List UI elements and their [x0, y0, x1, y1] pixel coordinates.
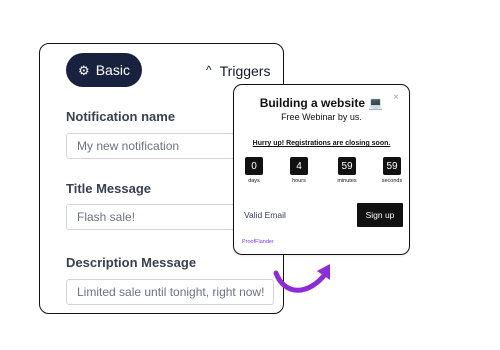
title-message-label: Title Message — [66, 181, 152, 196]
curved-arrow-icon — [273, 264, 330, 293]
chevron-up-icon: ^ — [206, 63, 212, 77]
popup-subtitle: Free Webinar by us. — [281, 112, 362, 122]
timer-seconds-value: 59 — [383, 157, 401, 175]
popup-hurry-text: Hurry up! Registrations are closing soon… — [252, 140, 391, 147]
notification-name-label: Notification name — [66, 109, 176, 124]
popup-title: Building a website 💻 — [259, 96, 384, 110]
tab-triggers[interactable]: ^ Triggers — [206, 63, 270, 79]
description-message-label: Description Message — [66, 255, 197, 270]
brand-link[interactable]: ProofFlander — [242, 239, 274, 245]
email-input[interactable]: Valid Email — [242, 203, 354, 227]
tab-triggers-label: Triggers — [219, 63, 271, 79]
tab-basic-label: Basic — [95, 62, 130, 78]
description-message-input[interactable]: Limited sale until tonight, right now! — [66, 279, 274, 305]
signup-row: Valid Email Sign up — [242, 203, 403, 227]
notification-popup: × Building a website 💻 Free Webinar by u… — [233, 84, 410, 255]
timer-days-label: days — [248, 178, 260, 184]
sign-up-button[interactable]: Sign up — [357, 203, 403, 227]
tab-basic[interactable]: ⚙ Basic — [66, 53, 142, 87]
timer-minutes-label: minutes — [337, 178, 357, 184]
countdown-timer: 0 days 4 hours 59 minutes 59 seconds — [242, 157, 403, 191]
timer-days-value: 0 — [245, 157, 263, 175]
timer-minutes-value: 59 — [338, 157, 356, 175]
timer-hours-value: 4 — [290, 157, 308, 175]
timer-hours-label: hours — [292, 178, 306, 184]
timer-seconds-label: seconds — [381, 178, 403, 184]
gear-icon: ⚙ — [78, 62, 90, 78]
